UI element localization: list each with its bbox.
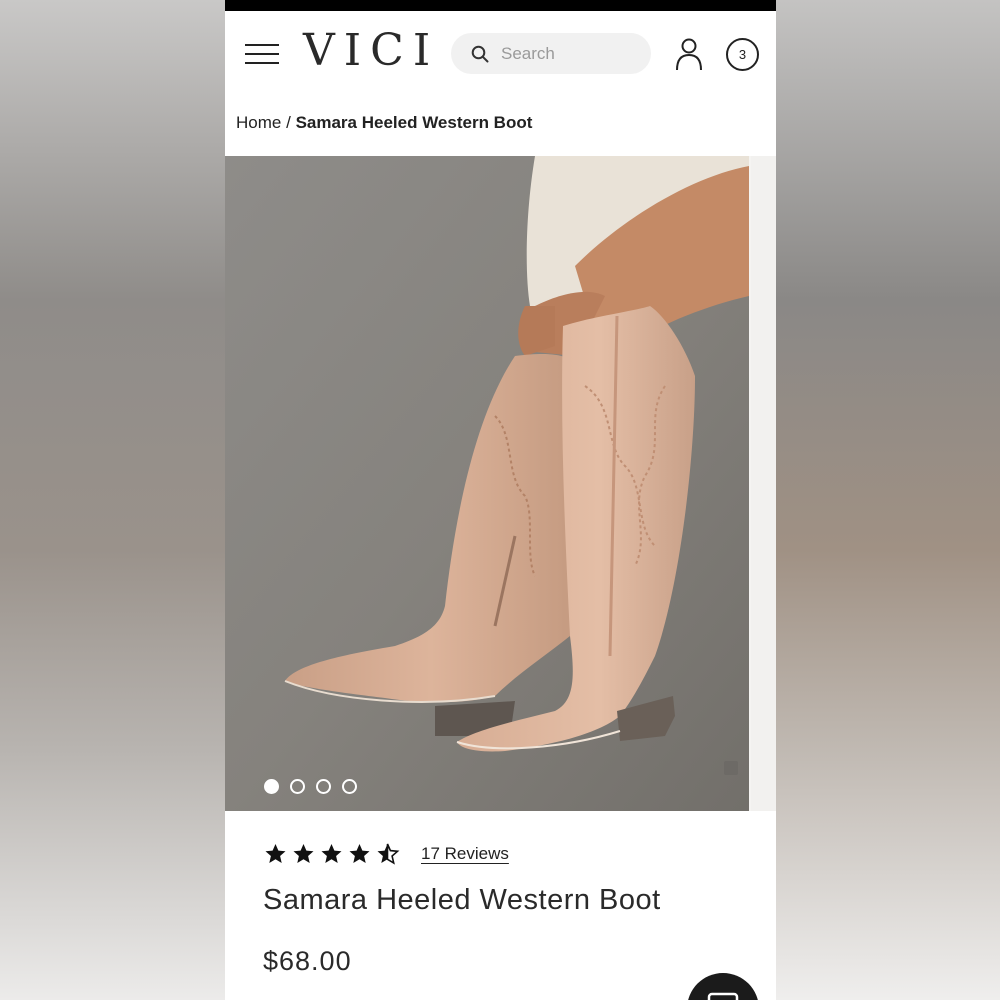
breadcrumb-separator: / <box>286 113 291 132</box>
search-input[interactable] <box>499 42 643 65</box>
hamburger-menu-icon[interactable] <box>245 44 279 64</box>
star-rating <box>263 842 400 866</box>
product-price: $68.00 <box>263 946 352 976</box>
star-full-icon <box>349 844 370 863</box>
background-blur-right <box>776 0 1000 1000</box>
cart-count-badge[interactable]: 3 <box>726 38 759 71</box>
chat-button[interactable] <box>687 973 759 1000</box>
gallery-pagination <box>264 779 357 794</box>
background-blur-left <box>0 0 225 1000</box>
gallery-dot-2[interactable] <box>290 779 305 794</box>
star-half-icon <box>377 843 400 865</box>
chat-icon <box>707 992 739 1000</box>
star-full-icon <box>265 844 286 863</box>
gallery-dot-3[interactable] <box>316 779 331 794</box>
breadcrumb-home-link[interactable]: Home <box>236 113 281 132</box>
star-full-icon <box>293 844 314 863</box>
product-image-gallery <box>225 156 776 811</box>
status-bar <box>225 0 776 11</box>
search-bar[interactable] <box>451 33 651 74</box>
gallery-dot-4[interactable] <box>342 779 357 794</box>
breadcrumb-current: Samara Heeled Western Boot <box>295 113 533 132</box>
product-title: Samara Heeled Western Boot <box>263 884 661 916</box>
next-image-peek[interactable] <box>751 156 776 811</box>
user-icon[interactable] <box>675 37 703 71</box>
product-rating: 17 Reviews <box>263 842 509 866</box>
mobile-page: VICI 3 Home / Samara Heeled Western Boot <box>225 0 776 1000</box>
zoom-icon[interactable] <box>724 761 738 775</box>
brand-logo[interactable]: VICI <box>303 27 439 75</box>
product-photo-boots[interactable] <box>225 156 749 811</box>
site-header: VICI 3 <box>225 11 776 97</box>
search-icon <box>471 45 489 62</box>
breadcrumb: Home / Samara Heeled Western Boot <box>236 113 532 133</box>
star-full-icon <box>321 844 342 863</box>
reviews-link[interactable]: 17 Reviews <box>421 844 509 864</box>
gallery-dot-1[interactable] <box>264 779 279 794</box>
